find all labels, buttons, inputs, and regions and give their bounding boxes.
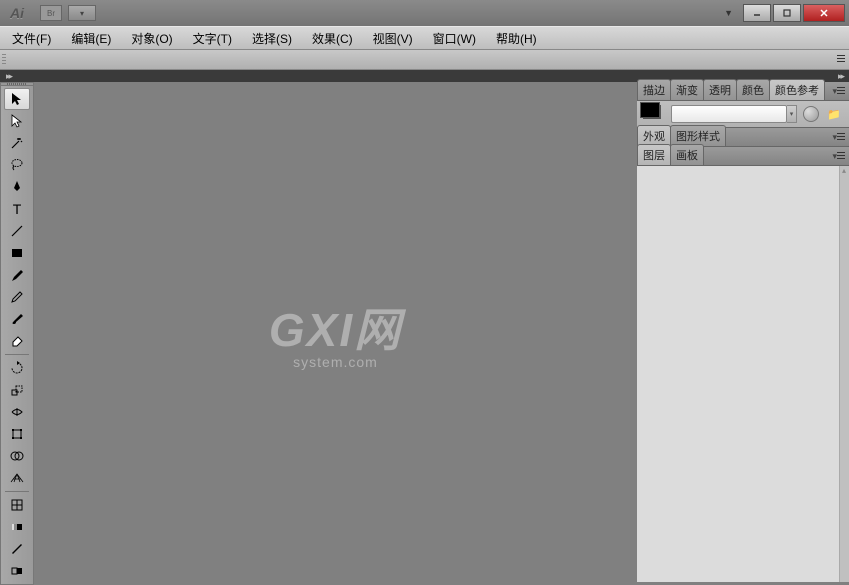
tab-layers[interactable]: 图层 xyxy=(637,144,671,165)
width-tool[interactable] xyxy=(4,401,30,423)
options-bar-grip[interactable] xyxy=(2,54,6,66)
layers-scrollbar[interactable] xyxy=(839,166,849,582)
color-panel-group: 描边 渐变 透明 颜色 颜色参考 ▾ ▾ 📁 xyxy=(637,82,849,128)
gradient-tool[interactable] xyxy=(4,516,30,538)
type-tool[interactable]: T xyxy=(4,198,30,220)
rectangle-tool[interactable] xyxy=(4,242,30,264)
tab-color-guide[interactable]: 颜色参考 xyxy=(769,79,825,100)
magic-wand-tool[interactable] xyxy=(4,132,30,154)
layers-panel-tabs: 图层 画板 ▾ xyxy=(637,147,849,166)
menu-edit[interactable]: 编辑(E) xyxy=(61,27,121,50)
toolbar-collapse-bar[interactable]: ▸▸ xyxy=(0,70,34,82)
harmony-rules-dropdown[interactable] xyxy=(671,105,787,123)
title-bar: Ai Br ▼ xyxy=(0,0,849,26)
tool-separator xyxy=(5,491,29,492)
color-guide-body: ▾ 📁 xyxy=(637,101,849,128)
bridge-button[interactable]: Br xyxy=(40,5,62,21)
appearance-panel-menu-icon[interactable]: ▾ xyxy=(832,132,845,143)
line-tool[interactable] xyxy=(4,220,30,242)
eyedropper-tool[interactable] xyxy=(4,538,30,560)
blob-brush-tool[interactable] xyxy=(4,308,30,330)
menu-view[interactable]: 视图(V) xyxy=(363,27,423,50)
pencil-tool[interactable] xyxy=(4,286,30,308)
canvas-area[interactable]: GXI网 system.com xyxy=(34,82,637,582)
save-color-group-icon[interactable]: 📁 xyxy=(825,107,843,121)
menu-bar: 文件(F) 编辑(E) 对象(O) 文字(T) 选择(S) 效果(C) 视图(V… xyxy=(0,26,849,50)
selection-tool[interactable] xyxy=(4,88,30,110)
panel-dock: 描边 渐变 透明 颜色 颜色参考 ▾ ▾ 📁 xyxy=(637,82,849,582)
layers-panel-group: 图层 画板 ▾ xyxy=(637,147,849,582)
pen-tool[interactable] xyxy=(4,176,30,198)
menu-type[interactable]: 文字(T) xyxy=(183,27,242,50)
tab-stroke[interactable]: 描边 xyxy=(637,79,671,100)
workspace-switcher[interactable]: ▼ xyxy=(724,8,733,18)
mesh-tool[interactable] xyxy=(4,494,30,516)
layers-panel-menu-icon[interactable]: ▾ xyxy=(832,151,845,162)
toolbar-panel: T xyxy=(0,82,34,582)
main-area: T GXI网 system.com xyxy=(0,82,849,582)
harmony-dropdown-arrow[interactable]: ▾ xyxy=(787,105,797,123)
tool-separator xyxy=(5,354,29,355)
tab-color[interactable]: 颜色 xyxy=(736,79,770,100)
blend-tool[interactable] xyxy=(4,560,30,582)
perspective-grid-tool[interactable] xyxy=(4,467,30,489)
menu-help[interactable]: 帮助(H) xyxy=(486,27,547,50)
arrange-documents-dropdown[interactable] xyxy=(68,5,96,21)
color-panel-menu-icon[interactable]: ▾ xyxy=(832,86,845,97)
expand-right-icon: ▸▸ xyxy=(6,71,11,82)
maximize-button[interactable] xyxy=(773,4,801,22)
active-color-swatch[interactable] xyxy=(643,105,661,119)
tab-gradient[interactable]: 渐变 xyxy=(670,79,704,100)
window-controls xyxy=(743,4,845,22)
options-bar xyxy=(0,50,849,70)
close-button[interactable] xyxy=(803,4,845,22)
tab-graphic-styles[interactable]: 图形样式 xyxy=(670,125,726,146)
direct-selection-tool[interactable] xyxy=(4,110,30,132)
watermark: GXI网 system.com xyxy=(269,294,402,370)
rotate-tool[interactable] xyxy=(4,357,30,379)
app-logo: Ai xyxy=(10,5,24,21)
menu-select[interactable]: 选择(S) xyxy=(242,27,302,50)
minimize-button[interactable] xyxy=(743,4,771,22)
menu-object[interactable]: 对象(O) xyxy=(121,27,182,50)
menu-file[interactable]: 文件(F) xyxy=(2,27,61,50)
toolbar: T xyxy=(0,86,34,585)
menu-window[interactable]: 窗口(W) xyxy=(423,27,486,50)
options-bar-menu[interactable] xyxy=(837,54,845,64)
tab-transparency[interactable]: 透明 xyxy=(703,79,737,100)
shape-builder-tool[interactable] xyxy=(4,445,30,467)
scale-tool[interactable] xyxy=(4,379,30,401)
eraser-tool[interactable] xyxy=(4,330,30,352)
lasso-tool[interactable] xyxy=(4,154,30,176)
tab-appearance[interactable]: 外观 xyxy=(637,125,671,146)
svg-text:T: T xyxy=(13,201,22,217)
free-transform-tool[interactable] xyxy=(4,423,30,445)
menu-effect[interactable]: 效果(C) xyxy=(302,27,363,50)
edit-colors-icon[interactable] xyxy=(803,106,819,122)
layers-list[interactable] xyxy=(637,166,849,582)
paintbrush-tool[interactable] xyxy=(4,264,30,286)
tab-artboards[interactable]: 画板 xyxy=(670,144,704,165)
expand-left-icon: ▸▸ xyxy=(838,71,843,82)
color-panel-tabs: 描边 渐变 透明 颜色 颜色参考 ▾ xyxy=(637,82,849,101)
